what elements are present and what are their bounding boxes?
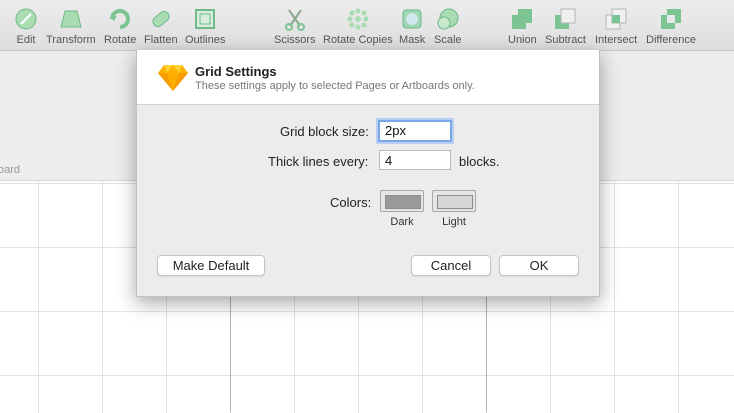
artboard-label[interactable]: oard (0, 164, 20, 176)
transform-icon (60, 10, 82, 28)
mask-icon (402, 9, 422, 29)
blocks-suffix-label: blocks. (459, 154, 500, 169)
make-default-button[interactable]: Make Default (157, 255, 265, 276)
union-label: Union (508, 34, 537, 46)
flatten-tool[interactable]: Flatten (144, 7, 178, 46)
transform-label: Transform (46, 34, 96, 46)
rotate-copies-tool[interactable]: Rotate Copies (323, 7, 393, 46)
rotate-label: Rotate (104, 34, 137, 46)
grid-block-size-input[interactable]: 2px (378, 120, 452, 142)
rotate-icon (110, 9, 131, 29)
scissors-tool[interactable]: Scissors (274, 7, 316, 46)
outlines-tool[interactable]: Outlines (185, 7, 225, 46)
cancel-button[interactable]: Cancel (411, 255, 491, 276)
edit-icon (15, 8, 37, 30)
ok-button[interactable]: OK (499, 255, 579, 276)
grid-block-size-label: Grid block size: (280, 124, 369, 139)
light-color-label: Light (442, 216, 466, 228)
thick-lines-input[interactable]: 4 (379, 150, 451, 170)
scale-tool[interactable]: Scale (434, 7, 462, 46)
rotate-tool[interactable]: Rotate (104, 7, 136, 46)
difference-tool[interactable]: Difference (646, 7, 696, 46)
edit-label: Edit (16, 34, 36, 46)
subtract-icon (555, 8, 576, 29)
flatten-label: Flatten (144, 34, 178, 46)
thick-lines-label: Thick lines every: (268, 154, 369, 169)
colors-label: Colors: (330, 195, 372, 210)
edit-tool[interactable]: Edit (14, 7, 38, 46)
union-icon (512, 9, 533, 29)
dark-color-well[interactable] (380, 190, 424, 212)
intersect-icon (605, 8, 627, 30)
light-color-swatch (437, 195, 473, 209)
scale-icon (437, 8, 459, 30)
flatten-icon (152, 10, 170, 28)
light-color-well[interactable] (432, 190, 476, 212)
mask-label: Mask (399, 34, 426, 46)
dialog-title: Grid Settings (195, 64, 277, 79)
scale-label: Scale (434, 34, 462, 46)
intersect-label: Intersect (595, 34, 638, 46)
dialog-subtitle: These settings apply to selected Pages o… (195, 80, 475, 92)
toolbar: Edit Transform Rotate Flatten Outlines S… (0, 0, 734, 51)
sketch-diamond-icon (158, 65, 188, 91)
dark-color-swatch (385, 195, 421, 209)
scissors-icon (284, 9, 305, 31)
difference-label: Difference (646, 34, 696, 46)
rotate-copies-label: Rotate Copies (323, 34, 393, 46)
dark-color-label: Dark (390, 216, 414, 228)
union-tool[interactable]: Union (508, 7, 537, 46)
difference-icon (660, 9, 681, 29)
transform-tool[interactable]: Transform (46, 7, 96, 46)
mask-tool[interactable]: Mask (399, 7, 425, 46)
grid-settings-dialog: Grid Settings These settings apply to se… (136, 50, 600, 297)
intersect-tool[interactable]: Intersect (595, 7, 637, 46)
outlines-icon (195, 9, 216, 29)
dialog-header: Grid Settings These settings apply to se… (137, 50, 599, 105)
subtract-tool[interactable]: Subtract (545, 7, 586, 46)
subtract-label: Subtract (545, 34, 586, 46)
outlines-label: Outlines (185, 34, 226, 46)
scissors-label: Scissors (274, 34, 316, 46)
rotate-copies-icon (347, 8, 369, 30)
